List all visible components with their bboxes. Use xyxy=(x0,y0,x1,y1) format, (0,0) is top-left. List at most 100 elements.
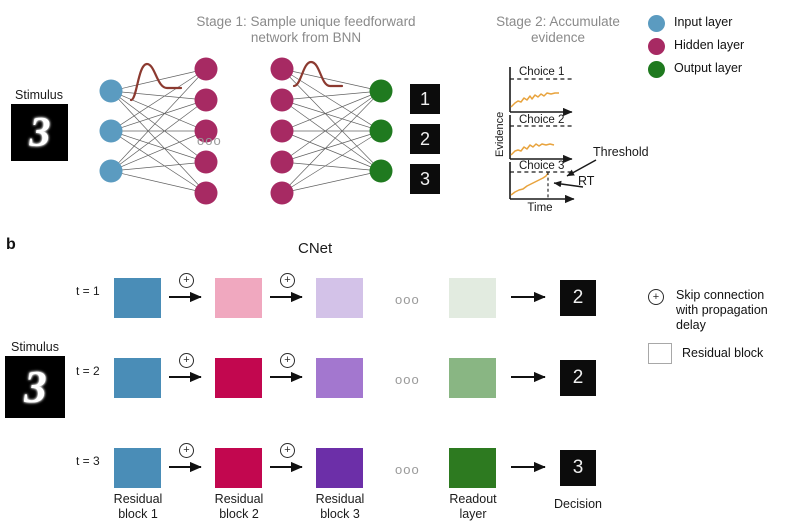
residual-block-3-t1 xyxy=(316,278,363,318)
column-label-residual-block-2: Residual block 2 xyxy=(203,492,275,521)
hidden-layer-2-nodes xyxy=(270,57,294,205)
block-ellipsis-t2: ooo xyxy=(395,372,420,387)
arrow-t3-a xyxy=(169,461,202,473)
evidence-choice-3-label: Choice 3 xyxy=(519,160,564,172)
legend-skip-connection-icon: + xyxy=(648,289,664,305)
figure-root: Stage 1: Sample unique feedforward netwo… xyxy=(0,0,800,530)
residual-block-1-t3 xyxy=(114,448,161,488)
cnet-title: CNet xyxy=(298,240,333,257)
block-ellipsis-t1: ooo xyxy=(395,292,420,307)
input-layer-nodes xyxy=(99,79,123,183)
network-ellipsis: ooo xyxy=(197,133,222,148)
arrow-t2-decision xyxy=(511,371,546,383)
readout-layer-t3 xyxy=(449,448,496,488)
legend-label-residual-block: Residual block xyxy=(682,346,764,360)
legend-label-hidden-layer: Hidden layer xyxy=(674,38,745,52)
threshold-annotation-label: Threshold xyxy=(593,145,649,159)
evidence-trace-choice-2 xyxy=(510,143,555,156)
column-label-readout-line1: Readout xyxy=(449,492,497,506)
column-label-rb1-line2: block 1 xyxy=(118,506,158,521)
stage2-title-line2: evidence xyxy=(530,30,586,45)
stimulus-digit-b: 3 xyxy=(24,361,46,412)
column-label-rb1-line1: Residual xyxy=(113,492,163,506)
arrow-t2-b xyxy=(270,371,303,383)
column-label-rb2-line2: block 2 xyxy=(219,506,259,521)
stage2-title-line1: Stage 2: Accumulate xyxy=(496,14,620,29)
column-label-readout-line2: layer xyxy=(459,506,487,521)
stimulus-image-a: 3 xyxy=(11,104,68,161)
panel-b-legend: + Skip connection with propagation delay… xyxy=(648,288,798,393)
decision-box-1: 1 xyxy=(410,84,440,114)
residual-block-1-t1 xyxy=(114,278,161,318)
evidence-trace-choice-1 xyxy=(510,92,559,108)
skip-connection-icon-t2-b: + xyxy=(280,353,295,368)
weight-distribution-curve-left xyxy=(129,62,183,102)
decision-box-3: 3 xyxy=(410,164,440,194)
legend-residual-block-icon xyxy=(648,343,672,364)
evidence-xlabel: Time xyxy=(527,202,552,212)
arrow-t3-b xyxy=(270,461,303,473)
stage1-title-line1: Stage 1: Sample unique feedforward xyxy=(196,14,416,29)
evidence-choice-1-label: Choice 1 xyxy=(519,66,564,78)
network-edges-right xyxy=(281,68,382,194)
arrow-t1-decision xyxy=(511,291,546,303)
block-ellipsis-t3: ooo xyxy=(395,462,420,477)
evidence-subplot-choice-1: Choice 1 xyxy=(509,66,573,117)
legend-dot-hidden-layer xyxy=(648,38,665,55)
time-label-t3: t = 3 xyxy=(76,454,100,468)
arrow-t2-a xyxy=(169,371,202,383)
network-edges-left xyxy=(110,68,207,194)
time-label-t1: t = 1 xyxy=(76,284,100,298)
panel-b-letter: b xyxy=(6,236,16,253)
legend-skip-line2: with propagation xyxy=(676,303,768,317)
evidence-trace-choice-3 xyxy=(510,172,549,196)
column-label-residual-block-3: Residual block 3 xyxy=(304,492,376,521)
stimulus-label-a: Stimulus xyxy=(15,88,63,102)
skip-connection-icon-t1-a: + xyxy=(179,273,194,288)
column-label-residual-block-1: Residual block 1 xyxy=(102,492,174,521)
arrow-t3-decision xyxy=(511,461,546,473)
skip-connection-icon-t1-b: + xyxy=(280,273,295,288)
residual-block-2-t3 xyxy=(215,448,262,488)
stage1-title-line2: network from BNN xyxy=(250,30,362,45)
readout-layer-t1 xyxy=(449,278,496,318)
residual-block-3-t3 xyxy=(316,448,363,488)
stimulus-label-b: Stimulus xyxy=(11,340,59,354)
legend-label-skip-connection: Skip connection with propagation delay xyxy=(676,288,800,333)
column-label-rb3-line1: Residual xyxy=(315,492,365,506)
residual-block-1-t2 xyxy=(114,358,161,398)
legend-label-input-layer: Input layer xyxy=(674,15,733,29)
skip-connection-icon-t3-b: + xyxy=(280,443,295,458)
decision-box-2: 2 xyxy=(410,124,440,154)
stage2-title: Stage 2: Accumulate evidence xyxy=(468,14,648,46)
decision-box-t1: 2 xyxy=(560,280,596,316)
legend-skip-line1: Skip connection xyxy=(676,288,765,302)
bnn-network-diagram xyxy=(99,57,393,205)
column-label-readout-layer: Readout layer xyxy=(437,492,509,521)
evidence-subplot-choice-2: Choice 2 xyxy=(509,114,573,164)
evidence-ylabel: Evidence xyxy=(494,112,506,157)
time-label-t2: t = 2 xyxy=(76,364,100,378)
skip-connection-icon-t2-a: + xyxy=(179,353,194,368)
residual-block-2-t1 xyxy=(215,278,262,318)
stimulus-digit-a: 3 xyxy=(29,109,51,156)
stage1-title: Stage 1: Sample unique feedforward netwo… xyxy=(165,14,447,46)
stimulus-image-b: 3 xyxy=(5,356,65,418)
hidden-layer-1-nodes xyxy=(194,57,218,205)
legend-skip-line3: delay xyxy=(676,318,706,332)
skip-connection-icon-t3-a: + xyxy=(179,443,194,458)
output-layer-nodes xyxy=(369,79,393,183)
column-label-rb3-line2: block 3 xyxy=(320,506,360,521)
weight-distribution-curve-right xyxy=(292,60,344,88)
decision-box-t3: 3 xyxy=(560,450,596,486)
evidence-choice-2-label: Choice 2 xyxy=(519,114,564,126)
evidence-accumulation-plot: Evidence Choice 1 Choice 2 Choice 3 Time xyxy=(494,66,597,212)
arrow-t1-a xyxy=(169,291,202,303)
residual-block-2-t2 xyxy=(215,358,262,398)
residual-block-3-t2 xyxy=(316,358,363,398)
decision-box-t2: 2 xyxy=(560,360,596,396)
column-label-rb2-line1: Residual xyxy=(214,492,264,506)
readout-layer-t2 xyxy=(449,358,496,398)
evidence-subplot-choice-3: Choice 3 xyxy=(509,160,575,204)
rt-annotation-label: RT xyxy=(578,174,595,188)
